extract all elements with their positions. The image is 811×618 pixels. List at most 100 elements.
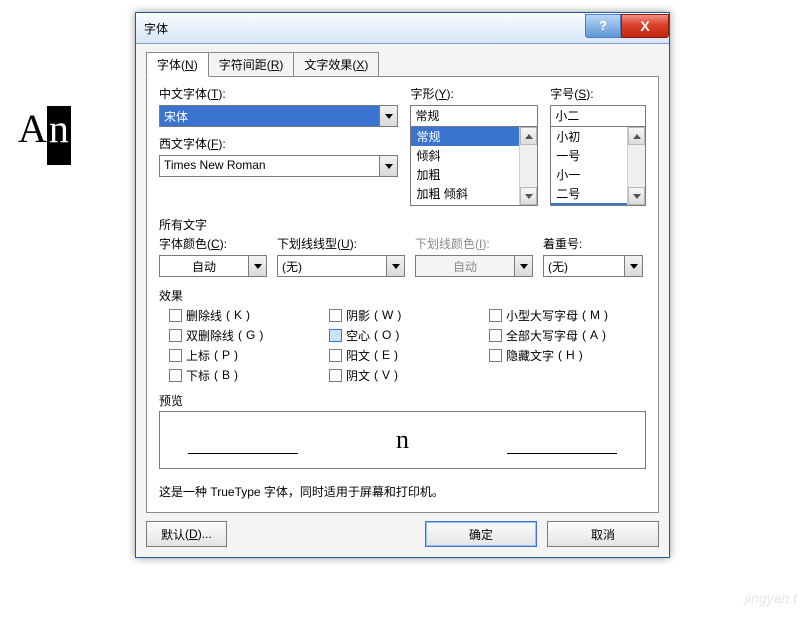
emphasis-dropdown-button[interactable] <box>624 256 642 276</box>
en-font-label: 西文字体(F): <box>159 135 398 152</box>
tab-panel: 中文字体(T): 宋体 西文字体(F): Times New Roman <box>146 76 659 513</box>
scroll-up-button[interactable] <box>520 127 537 145</box>
help-icon: ? <box>599 18 607 33</box>
scroll-down-button[interactable] <box>628 187 645 205</box>
titlebar[interactable]: 字体 ? X <box>136 13 669 44</box>
font-type-note: 这是一种 TrueType 字体，同时适用于屏幕和打印机。 <box>159 483 646 500</box>
tab-font[interactable]: 字体(N) <box>146 52 209 77</box>
checkbox-subscript[interactable]: 下标(B) <box>169 366 289 384</box>
cn-font-value: 宋体 <box>160 106 379 126</box>
preview-box: n <box>159 411 646 469</box>
watermark: jingyan.t <box>745 590 797 606</box>
chevron-down-icon <box>520 264 528 269</box>
checkbox-icon <box>169 369 182 382</box>
preview-line <box>507 453 617 454</box>
tab-strip: 字体(N) 字符间距(R) 文字效果(X) <box>146 52 659 77</box>
close-button[interactable]: X <box>621 14 669 38</box>
preview-line <box>188 453 298 454</box>
chevron-up-icon <box>525 134 533 139</box>
checkbox-strikethrough[interactable]: 删除线(K) <box>169 306 289 324</box>
underline-dropdown-button[interactable] <box>386 256 404 276</box>
emphasis-combo[interactable]: (无) <box>543 255 643 277</box>
default-button[interactable]: 默认(D)... <box>146 521 227 547</box>
scroll-track[interactable] <box>628 145 645 187</box>
checkbox-icon <box>489 329 502 342</box>
underline-color-value: 自动 <box>416 256 514 276</box>
cn-font-combo[interactable]: 宋体 <box>159 105 398 127</box>
style-option[interactable]: 加粗 <box>411 165 519 184</box>
chevron-down-icon <box>385 164 393 169</box>
en-font-value: Times New Roman <box>160 156 379 176</box>
doc-char-a: A <box>18 106 47 151</box>
font-color-label: 字体颜色(C): <box>159 235 267 252</box>
checkbox-engrave[interactable]: 阴文(V) <box>329 366 449 384</box>
tab-char-spacing[interactable]: 字符间距(R) <box>209 52 295 77</box>
checkbox-all-caps[interactable]: 全部大写字母(A) <box>489 326 639 344</box>
checkbox-icon <box>169 349 182 362</box>
style-option[interactable]: 倾斜 <box>411 146 519 165</box>
underline-color-label: 下划线颜色(I): <box>415 235 533 252</box>
en-font-dropdown-button[interactable] <box>379 156 397 176</box>
size-option[interactable]: 小二 <box>551 203 627 205</box>
font-dialog: 字体 ? X 字体(N) 字符间距(R) 文字效果(X) 中文字体(T): <box>135 12 670 558</box>
effects-col2: 阴影(W) 空心(O) 阳文(E) 阴文(V) <box>329 306 449 384</box>
checkbox-outline[interactable]: 空心(O) <box>329 326 449 344</box>
ok-button[interactable]: 确定 <box>425 521 537 547</box>
style-label: 字形(Y): <box>410 85 538 102</box>
checkbox-icon <box>169 309 182 322</box>
font-color-combo[interactable]: 自动 <box>159 255 267 277</box>
checkbox-hidden[interactable]: 隐藏文字(H) <box>489 346 639 364</box>
cancel-button[interactable]: 取消 <box>547 521 659 547</box>
scroll-down-button[interactable] <box>520 187 537 205</box>
checkbox-superscript[interactable]: 上标(P) <box>169 346 289 364</box>
chevron-down-icon <box>633 194 641 199</box>
underline-color-dropdown-button <box>514 256 532 276</box>
preview-label: 预览 <box>159 392 646 409</box>
size-option[interactable]: 一号 <box>551 146 627 165</box>
underline-color-combo: 自动 <box>415 255 533 277</box>
effects-label: 效果 <box>159 287 646 304</box>
chevron-down-icon <box>630 264 638 269</box>
cn-font-label: 中文字体(T): <box>159 85 398 102</box>
checkbox-double-strike[interactable]: 双删除线(G) <box>169 326 289 344</box>
style-input[interactable]: 常规 <box>410 105 538 127</box>
checkbox-icon <box>489 349 502 362</box>
style-option[interactable]: 常规 <box>411 127 519 146</box>
underline-value: (无) <box>278 256 386 276</box>
chevron-down-icon <box>385 114 393 119</box>
underline-label: 下划线线型(U): <box>277 235 405 252</box>
doc-char-n-selected: n <box>47 106 71 165</box>
checkbox-shadow[interactable]: 阴影(W) <box>329 306 449 324</box>
scroll-up-button[interactable] <box>628 127 645 145</box>
effects-col1: 删除线(K) 双删除线(G) 上标(P) 下标(B) <box>169 306 289 384</box>
close-icon: X <box>640 18 649 34</box>
font-color-value: 自动 <box>160 256 248 276</box>
checkbox-icon <box>329 369 342 382</box>
checkbox-small-caps[interactable]: 小型大写字母(M) <box>489 306 639 324</box>
emphasis-label: 着重号: <box>543 235 643 252</box>
checkbox-icon <box>329 349 342 362</box>
size-listbox[interactable]: 小初 一号 小一 二号 小二 <box>550 126 646 206</box>
font-color-dropdown-button[interactable] <box>248 256 266 276</box>
style-listbox[interactable]: 常规 倾斜 加粗 加粗 倾斜 <box>410 126 538 206</box>
en-font-combo[interactable]: Times New Roman <box>159 155 398 177</box>
tab-text-effects[interactable]: 文字效果(X) <box>294 52 379 77</box>
underline-combo[interactable]: (无) <box>277 255 405 277</box>
size-scrollbar[interactable] <box>627 127 645 205</box>
all-text-label: 所有文字 <box>159 216 646 233</box>
checkbox-icon <box>489 309 502 322</box>
size-input[interactable]: 小二 <box>550 105 646 127</box>
effects-col3: 小型大写字母(M) 全部大写字母(A) 隐藏文字(H) <box>489 306 639 384</box>
checkbox-icon <box>169 329 182 342</box>
size-option[interactable]: 二号 <box>551 184 627 203</box>
size-option[interactable]: 小初 <box>551 127 627 146</box>
size-option[interactable]: 小一 <box>551 165 627 184</box>
checkbox-emboss[interactable]: 阳文(E) <box>329 346 449 364</box>
cn-font-dropdown-button[interactable] <box>379 106 397 126</box>
chevron-down-icon <box>392 264 400 269</box>
scroll-track[interactable] <box>520 145 537 187</box>
style-scrollbar[interactable] <box>519 127 537 205</box>
style-option[interactable]: 加粗 倾斜 <box>411 184 519 203</box>
chevron-down-icon <box>525 194 533 199</box>
help-button[interactable]: ? <box>585 14 621 38</box>
